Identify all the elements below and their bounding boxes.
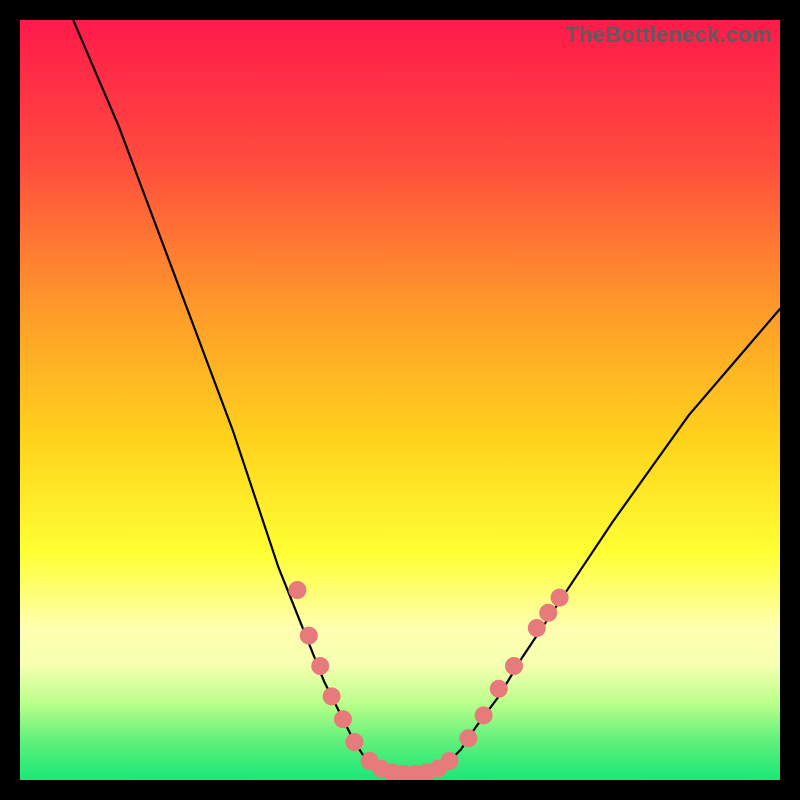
curve-marker bbox=[440, 752, 458, 770]
curve-marker bbox=[551, 589, 569, 607]
curve-marker bbox=[528, 619, 546, 637]
gradient-background bbox=[20, 20, 780, 780]
curve-marker bbox=[505, 657, 523, 675]
curve-marker bbox=[475, 706, 493, 724]
curve-marker bbox=[459, 729, 477, 747]
bottleneck-chart bbox=[20, 20, 780, 780]
watermark-text: TheBottleneck.com bbox=[566, 22, 772, 48]
curve-marker bbox=[323, 687, 341, 705]
curve-marker bbox=[300, 627, 318, 645]
curve-marker bbox=[539, 604, 557, 622]
curve-marker bbox=[490, 680, 508, 698]
chart-frame: TheBottleneck.com bbox=[20, 20, 780, 780]
curve-marker bbox=[334, 710, 352, 728]
curve-marker bbox=[345, 733, 363, 751]
curve-marker bbox=[288, 581, 306, 599]
curve-marker bbox=[311, 657, 329, 675]
